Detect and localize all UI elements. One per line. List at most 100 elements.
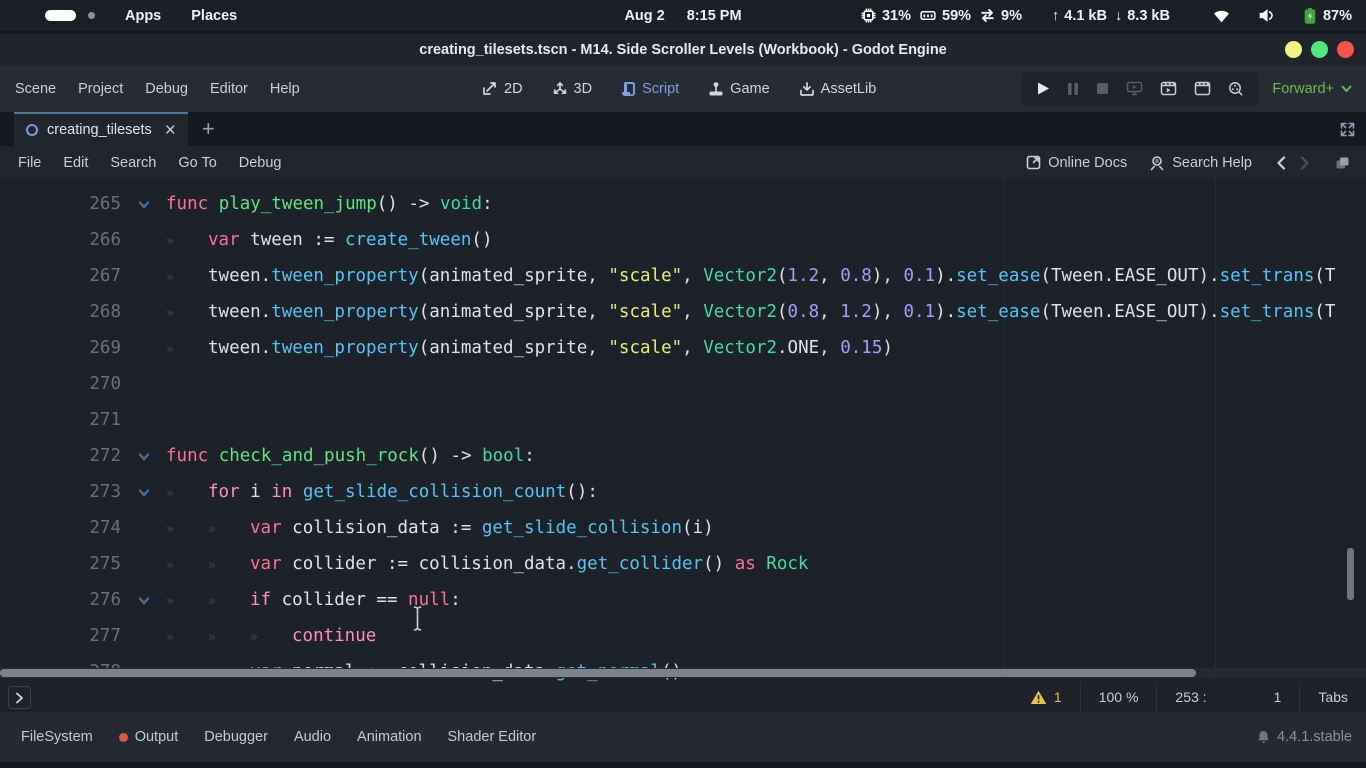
panel-tab-filesystem[interactable]: FileSystem — [8, 729, 106, 745]
renderer-dropdown[interactable]: Forward+ — [1266, 81, 1358, 97]
workspace-dot-icon[interactable] — [88, 12, 95, 19]
online-docs-button[interactable]: Online Docs — [1018, 155, 1135, 171]
code-line[interactable]: 267»tween.tween_property(animated_sprite… — [0, 258, 1366, 294]
pause-button[interactable] — [1067, 82, 1079, 96]
wifi-icon[interactable] — [1212, 8, 1231, 24]
panel-tab-debugger[interactable]: Debugger — [191, 729, 281, 745]
fold-arrow-icon[interactable] — [121, 186, 166, 222]
tab-indent-icon: » — [166, 332, 208, 366]
menu-debug[interactable]: Debug — [134, 81, 199, 97]
swap-indicator[interactable]: 9% — [979, 7, 1022, 24]
zoom-value: 100 % — [1099, 689, 1139, 705]
warning-icon — [1030, 690, 1047, 705]
close-icon[interactable]: × — [165, 121, 176, 140]
line-number: 268 — [0, 294, 121, 330]
code-line[interactable]: 274»»var collision_data := get_slide_col… — [0, 510, 1366, 546]
net-up-indicator[interactable]: ↑ 4.1 kB — [1052, 8, 1107, 24]
code-line[interactable]: 265func play_tween_jump() -> void: — [0, 186, 1366, 222]
code-line[interactable]: 276»»if collider == null: — [0, 582, 1366, 618]
menu-scene[interactable]: Scene — [4, 81, 67, 97]
cpu-indicator[interactable]: 31% — [860, 7, 911, 24]
net-down-indicator[interactable]: ↓ 8.3 kB — [1115, 8, 1170, 24]
horizontal-scrollbar-thumb[interactable] — [0, 669, 1196, 677]
apps-menu[interactable]: Apps — [125, 8, 161, 24]
warnings-indicator[interactable]: 1 — [1012, 682, 1080, 712]
expand-editor-icon[interactable] — [1340, 112, 1355, 146]
external-link-icon — [1026, 155, 1041, 170]
fold-arrow-icon[interactable] — [121, 582, 166, 618]
line-number: 265 — [0, 186, 121, 222]
code-line[interactable]: 266»var tween := create_tween() — [0, 222, 1366, 258]
code-line[interactable]: 271 — [0, 402, 1366, 438]
menu-debug-script[interactable]: Debug — [228, 155, 293, 171]
tab-indent-icon: » — [166, 476, 208, 510]
menu-help[interactable]: Help — [259, 81, 311, 97]
menu-project[interactable]: Project — [67, 81, 134, 97]
code-text: »var tween := create_tween() — [166, 222, 1366, 258]
code-line[interactable]: 277»»»continue — [0, 618, 1366, 654]
fold-arrow-icon[interactable] — [121, 474, 166, 510]
panel-tab-label: Output — [135, 729, 179, 745]
battery-value: 87% — [1323, 8, 1352, 24]
scripts-panel-toggle-button[interactable] — [8, 686, 31, 709]
workspace-pill-icon[interactable] — [45, 10, 76, 21]
code-line[interactable]: 270 — [0, 366, 1366, 402]
window-close-button[interactable] — [1337, 41, 1354, 58]
workspace-tab-3d[interactable]: 3D — [544, 81, 601, 97]
code-editor[interactable]: 265func play_tween_jump() -> void:266»va… — [0, 179, 1366, 682]
movie-maker-button[interactable] — [1228, 81, 1244, 97]
menu-edit[interactable]: Edit — [52, 155, 99, 171]
memory-icon — [919, 7, 937, 24]
play-button[interactable] — [1036, 81, 1050, 96]
caret-col: 1 — [1274, 689, 1282, 705]
workspace-tab-assetlib[interactable]: AssetLib — [791, 81, 885, 97]
code-text: »»if collider == null: — [166, 582, 1366, 618]
panel-tab-audio[interactable]: Audio — [281, 729, 344, 745]
window-title-bar[interactable]: creating_tilesets.tscn - M14. Side Scrol… — [0, 31, 1366, 65]
menu-file[interactable]: File — [7, 155, 52, 171]
workspace-tab-script[interactable]: Script — [613, 81, 687, 97]
code-line[interactable]: 268»tween.tween_property(animated_sprite… — [0, 294, 1366, 330]
menu-search[interactable]: Search — [99, 155, 167, 171]
panel-tab-output[interactable]: Output — [106, 729, 192, 745]
code-line[interactable]: 269»tween.tween_property(animated_sprite… — [0, 330, 1366, 366]
caret-position[interactable]: 253 : 1 — [1157, 682, 1299, 712]
code-line[interactable]: 275»»var collider := collision_data.get_… — [0, 546, 1366, 582]
menu-editor[interactable]: Editor — [199, 81, 259, 97]
places-menu[interactable]: Places — [191, 8, 237, 24]
history-forward-button[interactable] — [1300, 156, 1310, 170]
scripts-panel-icon[interactable] — [1326, 155, 1358, 171]
memory-indicator[interactable]: 59% — [919, 7, 971, 24]
play-current-scene-button[interactable] — [1160, 81, 1177, 96]
zoom-level[interactable]: 100 % — [1081, 682, 1157, 712]
indent-mode[interactable]: Tabs — [1300, 682, 1366, 712]
window-minimize-button[interactable] — [1285, 41, 1302, 58]
panel-tab-animation[interactable]: Animation — [344, 729, 434, 745]
clock[interactable]: Aug 2 8:15 PM — [624, 8, 741, 24]
play-remote-button[interactable] — [1126, 81, 1143, 96]
add-script-button[interactable]: + — [188, 112, 229, 146]
code-line[interactable]: 273»for i in get_slide_collision_count()… — [0, 474, 1366, 510]
history-back-button[interactable] — [1276, 156, 1286, 170]
line-number: 273 — [0, 474, 121, 510]
workspace-tab-game[interactable]: Game — [700, 81, 778, 97]
workspace-tab-2d[interactable]: 2D — [474, 81, 531, 97]
search-help-button[interactable]: Search Help — [1141, 155, 1260, 171]
line-number: 275 — [0, 546, 121, 582]
code-line[interactable]: 272func check_and_push_rock() -> bool: — [0, 438, 1366, 474]
play-custom-scene-button[interactable] — [1194, 81, 1211, 96]
window-maximize-button[interactable] — [1311, 41, 1328, 58]
volume-icon[interactable] — [1257, 7, 1276, 24]
time-label: 8:15 PM — [687, 8, 742, 24]
version-indicator[interactable]: 4.4.1.stable — [1257, 729, 1352, 745]
panel-tab-shader-editor[interactable]: Shader Editor — [435, 729, 550, 745]
tab-indent-icon: » — [166, 620, 208, 654]
menu-goto[interactable]: Go To — [167, 155, 227, 171]
vertical-scrollbar-thumb[interactable] — [1347, 548, 1354, 600]
battery-indicator[interactable]: 87% — [1302, 7, 1352, 25]
script-tab-label: creating_tilesets — [47, 122, 152, 138]
fold-arrow-icon[interactable] — [121, 438, 166, 474]
version-label: 4.4.1.stable — [1277, 729, 1352, 745]
stop-button[interactable] — [1096, 82, 1109, 95]
script-tab-creating-tilesets[interactable]: creating_tilesets × — [14, 112, 188, 146]
